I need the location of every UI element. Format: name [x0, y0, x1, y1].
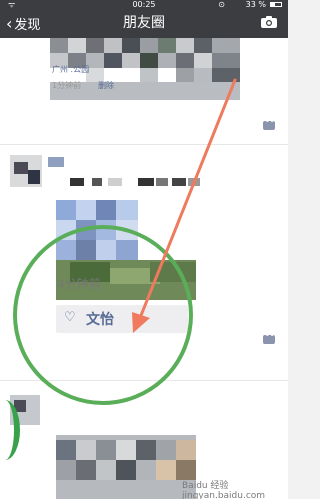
post1-comment-button[interactable] — [263, 117, 275, 130]
nav-bar: ‹ 发现 朋友圈 — [0, 9, 288, 38]
post1-time: 1分钟前 — [52, 81, 82, 90]
post1-location[interactable]: 广州 .公园 — [52, 64, 89, 75]
battery-percent: 33 % — [245, 0, 266, 9]
moments-screen: { "status_bar": { "signal": "ᯤ", "time":… — [0, 0, 288, 499]
post2-comment-button[interactable] — [263, 331, 275, 344]
highlight-circle — [13, 225, 193, 405]
camera-icon[interactable] — [260, 15, 278, 29]
divider — [0, 144, 288, 145]
watermark: Baidu 经验 jingyan.baidu.com — [182, 481, 266, 499]
page-title: 朋友圈 — [123, 15, 165, 31]
rotation-lock-icon: ⊙ — [218, 0, 225, 9]
post1-delete-link[interactable]: 删除 — [98, 80, 114, 91]
status-bar: ᯤ 00:25 ⊙ 33 % — [0, 0, 288, 9]
battery-icon — [270, 2, 282, 7]
